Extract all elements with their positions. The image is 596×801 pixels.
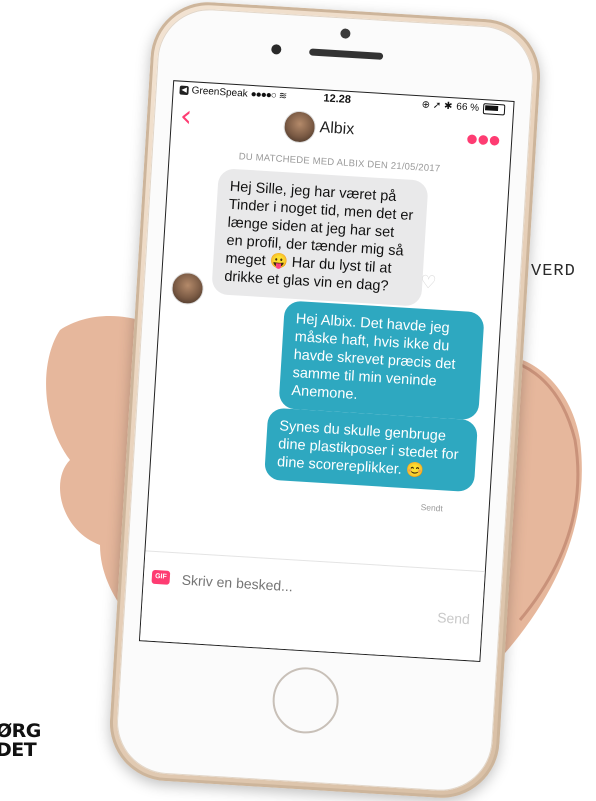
gif-button[interactable]: GIF xyxy=(151,569,171,585)
more-options-icon[interactable]: ●●● xyxy=(465,125,500,152)
side-caption: VERD xyxy=(531,262,576,281)
phone-screen: ◀ GreenSpeak ●●●●○ ≋ 12.28 ⊕ ➚ ✱ 66 % ‹ … xyxy=(138,80,515,662)
contact-name[interactable]: Albix xyxy=(319,119,355,139)
send-button[interactable]: Send xyxy=(437,609,471,627)
outgoing-message: Hej Albix. Det havde jeg måske haft, hvi… xyxy=(278,300,485,421)
brand-logo: ØRG DET xyxy=(0,722,66,760)
phone: ◀ GreenSpeak ●●●●○ ≋ 12.28 ⊕ ➚ ✱ 66 % ‹ … xyxy=(106,0,544,801)
back-to-app-icon[interactable]: ◀ xyxy=(179,85,189,96)
wifi-icon: ≋ xyxy=(278,90,288,103)
outgoing-message: Synes du skulle genbruge dine plastikpos… xyxy=(264,407,479,493)
carrier-info: ◀ GreenSpeak ●●●●○ ≋ xyxy=(179,85,288,103)
logo-line-2: DET xyxy=(0,739,37,761)
status-time: 12.28 xyxy=(323,92,352,107)
battery-percent: 66 % xyxy=(456,101,480,114)
status-right: ⊕ ➚ ✱ 66 % xyxy=(421,99,506,116)
carrier-name: GreenSpeak xyxy=(191,85,249,100)
like-heart-icon[interactable]: ♡ xyxy=(420,272,437,294)
signal-strength-icon: ●●●●○ xyxy=(250,88,277,102)
battery-icon xyxy=(482,103,506,116)
sender-avatar[interactable] xyxy=(170,271,205,306)
sent-status: Sendt xyxy=(420,502,444,514)
status-icons: ⊕ ➚ ✱ xyxy=(421,99,453,113)
message-input[interactable] xyxy=(179,567,405,606)
contact-avatar[interactable] xyxy=(282,109,317,144)
incoming-message: Hej Sille, jeg har været på Tinder i nog… xyxy=(211,168,429,307)
back-button[interactable]: ‹ xyxy=(179,99,193,135)
